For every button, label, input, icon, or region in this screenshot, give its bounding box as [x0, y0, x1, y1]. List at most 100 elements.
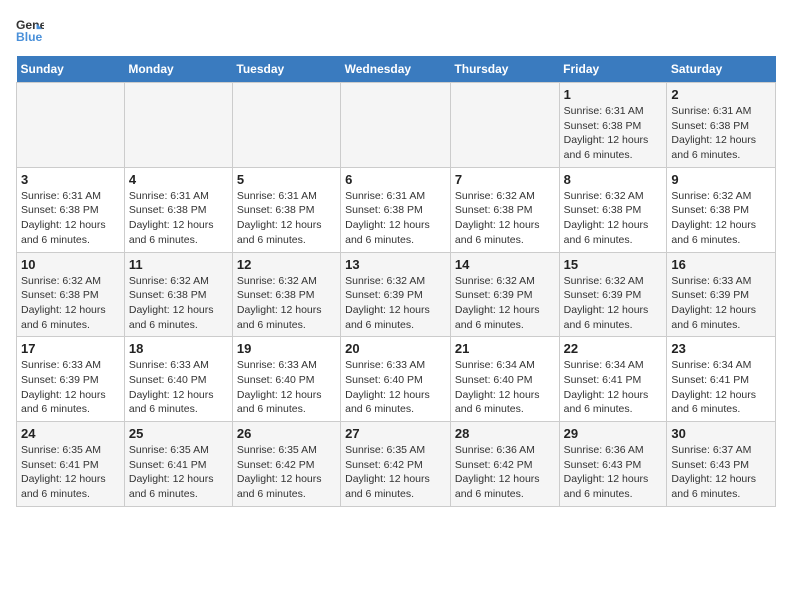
calendar-week-row: 17 Sunrise: 6:33 AM Sunset: 6:39 PM Dayli…: [17, 337, 776, 422]
day-number: 27: [345, 426, 446, 441]
day-number: 24: [21, 426, 120, 441]
calendar-cell: 21 Sunrise: 6:34 AM Sunset: 6:40 PM Dayli…: [450, 337, 559, 422]
calendar-cell: 16 Sunrise: 6:33 AM Sunset: 6:39 PM Dayli…: [667, 252, 776, 337]
day-info: Sunrise: 6:33 AM Sunset: 6:40 PM Dayligh…: [129, 358, 228, 417]
calendar-cell: 6 Sunrise: 6:31 AM Sunset: 6:38 PM Daylig…: [341, 167, 451, 252]
calendar-cell: 4 Sunrise: 6:31 AM Sunset: 6:38 PM Daylig…: [124, 167, 232, 252]
day-info: Sunrise: 6:32 AM Sunset: 6:39 PM Dayligh…: [564, 274, 663, 333]
calendar-cell: 24 Sunrise: 6:35 AM Sunset: 6:41 PM Dayli…: [17, 422, 125, 507]
day-number: 29: [564, 426, 663, 441]
svg-text:Blue: Blue: [16, 30, 43, 44]
day-number: 5: [237, 172, 336, 187]
day-number: 6: [345, 172, 446, 187]
day-info: Sunrise: 6:34 AM Sunset: 6:40 PM Dayligh…: [455, 358, 555, 417]
day-number: 20: [345, 341, 446, 356]
day-info: Sunrise: 6:31 AM Sunset: 6:38 PM Dayligh…: [129, 189, 228, 248]
calendar-cell: [341, 83, 451, 168]
day-info: Sunrise: 6:31 AM Sunset: 6:38 PM Dayligh…: [564, 104, 663, 163]
calendar-cell: 27Sunrise: 6:35 AM Sunset: 6:42 PM Dayli…: [341, 422, 451, 507]
day-info: Sunrise: 6:34 AM Sunset: 6:41 PM Dayligh…: [564, 358, 663, 417]
day-number: 17: [21, 341, 120, 356]
day-info: Sunrise: 6:31 AM Sunset: 6:38 PM Dayligh…: [237, 189, 336, 248]
calendar-cell: 3 Sunrise: 6:31 AM Sunset: 6:38 PM Daylig…: [17, 167, 125, 252]
calendar-cell: 15 Sunrise: 6:32 AM Sunset: 6:39 PM Dayli…: [559, 252, 667, 337]
day-number: 7: [455, 172, 555, 187]
day-info: Sunrise: 6:34 AM Sunset: 6:41 PM Dayligh…: [671, 358, 771, 417]
day-number: 28: [455, 426, 555, 441]
day-number: 19: [237, 341, 336, 356]
calendar-week-row: 1 Sunrise: 6:31 AM Sunset: 6:38 PM Daylig…: [17, 83, 776, 168]
weekday-header: Thursday: [450, 56, 559, 83]
day-number: 14: [455, 257, 555, 272]
calendar-cell: 17 Sunrise: 6:33 AM Sunset: 6:39 PM Dayli…: [17, 337, 125, 422]
weekday-header: Friday: [559, 56, 667, 83]
day-number: 1: [564, 87, 663, 102]
calendar-cell: 12Sunrise: 6:32 AM Sunset: 6:38 PM Dayli…: [232, 252, 340, 337]
page-header: General Blue: [16, 16, 776, 44]
day-number: 13: [345, 257, 446, 272]
day-number: 21: [455, 341, 555, 356]
day-info: Sunrise: 6:32 AM Sunset: 6:38 PM Dayligh…: [564, 189, 663, 248]
calendar-week-row: 10 Sunrise: 6:32 AM Sunset: 6:38 PM Dayli…: [17, 252, 776, 337]
day-number: 22: [564, 341, 663, 356]
weekday-header: Sunday: [17, 56, 125, 83]
day-number: 25: [129, 426, 228, 441]
day-info: Sunrise: 6:33 AM Sunset: 6:39 PM Dayligh…: [21, 358, 120, 417]
calendar-cell: 7 Sunrise: 6:32 AM Sunset: 6:38 PM Daylig…: [450, 167, 559, 252]
calendar-cell: 30 Sunrise: 6:37 AM Sunset: 6:43 PM Dayli…: [667, 422, 776, 507]
day-info: Sunrise: 6:31 AM Sunset: 6:38 PM Dayligh…: [671, 104, 771, 163]
calendar-cell: 25Sunrise: 6:35 AM Sunset: 6:41 PM Dayli…: [124, 422, 232, 507]
calendar-cell: 26Sunrise: 6:35 AM Sunset: 6:42 PM Dayli…: [232, 422, 340, 507]
calendar-cell: 9 Sunrise: 6:32 AM Sunset: 6:38 PM Daylig…: [667, 167, 776, 252]
day-number: 30: [671, 426, 771, 441]
calendar-cell: 19 Sunrise: 6:33 AM Sunset: 6:40 PM Dayli…: [232, 337, 340, 422]
day-info: Sunrise: 6:32 AM Sunset: 6:38 PM Dayligh…: [237, 274, 336, 333]
calendar-cell: [17, 83, 125, 168]
day-info: Sunrise: 6:31 AM Sunset: 6:38 PM Dayligh…: [21, 189, 120, 248]
day-info: Sunrise: 6:31 AM Sunset: 6:38 PM Dayligh…: [345, 189, 446, 248]
day-info: Sunrise: 6:32 AM Sunset: 6:38 PM Dayligh…: [21, 274, 120, 333]
day-info: Sunrise: 6:35 AM Sunset: 6:42 PM Dayligh…: [237, 443, 336, 502]
day-number: 18: [129, 341, 228, 356]
calendar-cell: 1 Sunrise: 6:31 AM Sunset: 6:38 PM Daylig…: [559, 83, 667, 168]
calendar-cell: 8 Sunrise: 6:32 AM Sunset: 6:38 PM Daylig…: [559, 167, 667, 252]
day-number: 23: [671, 341, 771, 356]
day-info: Sunrise: 6:36 AM Sunset: 6:42 PM Dayligh…: [455, 443, 555, 502]
calendar-cell: 2 Sunrise: 6:31 AM Sunset: 6:38 PM Daylig…: [667, 83, 776, 168]
calendar-cell: [232, 83, 340, 168]
day-info: Sunrise: 6:33 AM Sunset: 6:39 PM Dayligh…: [671, 274, 771, 333]
calendar-cell: 22 Sunrise: 6:34 AM Sunset: 6:41 PM Dayli…: [559, 337, 667, 422]
calendar-cell: 18 Sunrise: 6:33 AM Sunset: 6:40 PM Dayli…: [124, 337, 232, 422]
day-info: Sunrise: 6:32 AM Sunset: 6:39 PM Dayligh…: [455, 274, 555, 333]
calendar-cell: [450, 83, 559, 168]
day-number: 3: [21, 172, 120, 187]
calendar-cell: 23 Sunrise: 6:34 AM Sunset: 6:41 PM Dayli…: [667, 337, 776, 422]
day-number: 9: [671, 172, 771, 187]
calendar-cell: 5 Sunrise: 6:31 AM Sunset: 6:38 PM Daylig…: [232, 167, 340, 252]
day-info: Sunrise: 6:32 AM Sunset: 6:38 PM Dayligh…: [671, 189, 771, 248]
day-info: Sunrise: 6:32 AM Sunset: 6:38 PM Dayligh…: [455, 189, 555, 248]
weekday-header: Saturday: [667, 56, 776, 83]
calendar-cell: 29 Sunrise: 6:36 AM Sunset: 6:43 PM Dayli…: [559, 422, 667, 507]
day-info: Sunrise: 6:32 AM Sunset: 6:38 PM Dayligh…: [129, 274, 228, 333]
day-info: Sunrise: 6:36 AM Sunset: 6:43 PM Dayligh…: [564, 443, 663, 502]
calendar-cell: 11Sunrise: 6:32 AM Sunset: 6:38 PM Dayli…: [124, 252, 232, 337]
day-number: 4: [129, 172, 228, 187]
day-number: 2: [671, 87, 771, 102]
day-info: Sunrise: 6:35 AM Sunset: 6:41 PM Dayligh…: [21, 443, 120, 502]
logo: General Blue: [16, 16, 44, 44]
day-info: Sunrise: 6:33 AM Sunset: 6:40 PM Dayligh…: [345, 358, 446, 417]
day-info: Sunrise: 6:33 AM Sunset: 6:40 PM Dayligh…: [237, 358, 336, 417]
day-number: 16: [671, 257, 771, 272]
calendar-cell: [124, 83, 232, 168]
calendar-week-row: 3 Sunrise: 6:31 AM Sunset: 6:38 PM Daylig…: [17, 167, 776, 252]
day-info: Sunrise: 6:37 AM Sunset: 6:43 PM Dayligh…: [671, 443, 771, 502]
day-number: 15: [564, 257, 663, 272]
logo-icon: General Blue: [16, 16, 44, 44]
day-number: 8: [564, 172, 663, 187]
calendar-table: SundayMondayTuesdayWednesdayThursdayFrid…: [16, 56, 776, 507]
calendar-cell: 10 Sunrise: 6:32 AM Sunset: 6:38 PM Dayli…: [17, 252, 125, 337]
calendar-cell: 13Sunrise: 6:32 AM Sunset: 6:39 PM Dayli…: [341, 252, 451, 337]
day-number: 10: [21, 257, 120, 272]
weekday-header: Tuesday: [232, 56, 340, 83]
